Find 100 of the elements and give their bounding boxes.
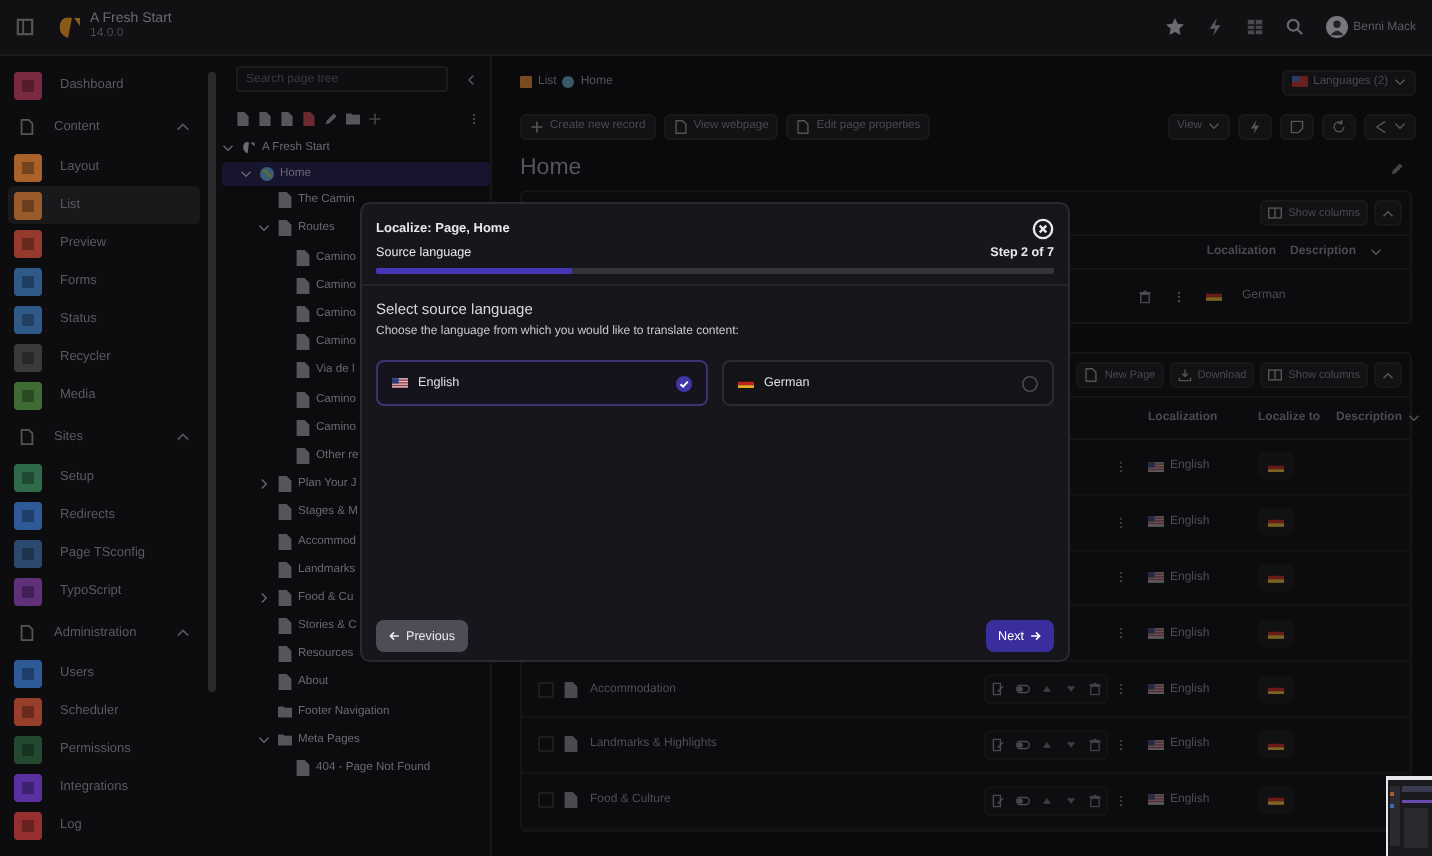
grid-icon[interactable] xyxy=(1245,18,1264,36)
share-button[interactable] xyxy=(1364,113,1416,139)
edit-icon[interactable] xyxy=(991,737,1005,752)
localize-button[interactable] xyxy=(1258,508,1294,537)
chevron-down-icon xyxy=(1394,120,1406,132)
us-flag-icon xyxy=(1148,683,1164,695)
chevron-up-icon[interactable] xyxy=(176,429,190,443)
avatar-icon[interactable] xyxy=(1325,16,1348,38)
toggle-icon[interactable] xyxy=(1015,682,1029,697)
german-flag-icon xyxy=(1268,683,1284,695)
columns-icon xyxy=(1268,368,1283,382)
globe-icon xyxy=(260,166,274,183)
close-button[interactable] xyxy=(1032,217,1054,239)
trash-icon[interactable] xyxy=(1087,737,1101,752)
us-flag-icon xyxy=(1148,461,1164,473)
up-icon[interactable] xyxy=(1039,682,1053,697)
german-flag-icon xyxy=(1268,739,1284,751)
german-flag-icon xyxy=(1268,794,1284,806)
down-icon[interactable] xyxy=(1063,737,1077,752)
localize-button[interactable] xyxy=(1258,563,1294,592)
chevron-down-icon[interactable] xyxy=(1370,246,1382,258)
localize-button[interactable] xyxy=(1258,675,1294,704)
down-icon[interactable] xyxy=(1063,793,1077,808)
trash-icon[interactable] xyxy=(1087,682,1101,697)
page-icon xyxy=(18,427,36,445)
toggle-icon[interactable] xyxy=(1015,793,1029,808)
page-icon xyxy=(18,117,36,135)
trash-icon[interactable] xyxy=(1087,793,1101,808)
chevron-up-icon[interactable] xyxy=(176,625,190,639)
page-icon xyxy=(673,119,688,133)
radio-icon xyxy=(1022,375,1038,391)
note-icon xyxy=(1290,119,1304,133)
page-icon xyxy=(796,119,811,133)
arrow-left-icon xyxy=(388,630,400,642)
edit-icon[interactable] xyxy=(991,793,1005,808)
localize-button[interactable] xyxy=(1258,619,1294,648)
page-icon xyxy=(296,760,310,777)
page-icon xyxy=(564,792,578,809)
bolt-icon[interactable] xyxy=(1205,18,1224,36)
checked-radio-icon xyxy=(676,375,692,391)
chevron-right-icon[interactable] xyxy=(258,591,270,604)
share-icon xyxy=(1374,119,1388,133)
us-flag-icon xyxy=(392,377,408,389)
collapse-button[interactable] xyxy=(1374,200,1402,226)
plus-icon[interactable] xyxy=(368,111,382,125)
menu-icon[interactable] xyxy=(16,18,34,36)
page-title: Home xyxy=(520,156,582,180)
us-flag-icon xyxy=(1148,572,1164,584)
note-button[interactable] xyxy=(1280,113,1314,139)
download-icon xyxy=(1177,368,1192,382)
chevron-down-icon[interactable] xyxy=(240,168,252,181)
chevron-down-icon[interactable] xyxy=(258,733,270,746)
chevron-down-icon[interactable] xyxy=(258,222,270,235)
list-module-icon xyxy=(520,76,532,88)
german-flag-icon xyxy=(1268,628,1284,640)
edit-icon[interactable] xyxy=(991,682,1005,697)
flags-icon xyxy=(1291,76,1308,88)
german-flag-icon xyxy=(1268,461,1284,473)
german-flag-icon xyxy=(1206,290,1222,302)
chevron-down-icon xyxy=(1208,120,1220,132)
bolt-icon xyxy=(1248,119,1262,133)
bolt-button[interactable] xyxy=(1238,113,1272,139)
toggle-icon[interactable] xyxy=(1015,737,1029,752)
us-flag-icon xyxy=(1148,794,1164,806)
folder-icon[interactable] xyxy=(346,111,360,125)
page-icon xyxy=(564,681,578,698)
localize-button[interactable] xyxy=(1258,730,1294,759)
chevron-down-icon[interactable] xyxy=(1408,412,1421,424)
german-flag-icon xyxy=(1268,572,1284,584)
chevron-down-icon xyxy=(1394,76,1406,88)
globe-icon xyxy=(562,76,575,88)
columns-icon xyxy=(1268,206,1283,220)
chevron-up-icon[interactable] xyxy=(176,119,190,133)
pencil-icon[interactable] xyxy=(1390,161,1404,175)
logo-icon[interactable] xyxy=(58,15,82,39)
refresh-button[interactable] xyxy=(1322,113,1356,139)
us-flag-icon xyxy=(1148,516,1164,528)
chevron-down-icon[interactable] xyxy=(222,142,234,155)
search-icon[interactable] xyxy=(1285,18,1304,36)
page-icon xyxy=(18,623,36,641)
page-icon xyxy=(564,736,578,753)
chevron-up-icon xyxy=(1382,369,1394,381)
chevron-up-icon xyxy=(1382,207,1394,219)
german-flag-icon xyxy=(1268,516,1284,528)
arrow-right-icon xyxy=(1030,630,1042,642)
us-flag-icon xyxy=(1148,628,1164,640)
chevron-right-icon[interactable] xyxy=(258,478,270,491)
site-icon xyxy=(242,140,256,157)
pencil-icon[interactable] xyxy=(324,111,338,125)
star-icon[interactable] xyxy=(1165,18,1184,36)
down-icon[interactable] xyxy=(1063,682,1077,697)
german-flag-icon xyxy=(738,377,754,389)
refresh-icon xyxy=(1332,119,1346,133)
localize-button[interactable] xyxy=(1258,452,1294,481)
trash-icon[interactable] xyxy=(1138,289,1152,303)
chevron-left-icon[interactable] xyxy=(466,74,478,86)
up-icon[interactable] xyxy=(1039,793,1053,808)
up-icon[interactable] xyxy=(1039,737,1053,752)
localize-button[interactable] xyxy=(1258,786,1294,815)
collapse-button[interactable] xyxy=(1374,362,1402,388)
